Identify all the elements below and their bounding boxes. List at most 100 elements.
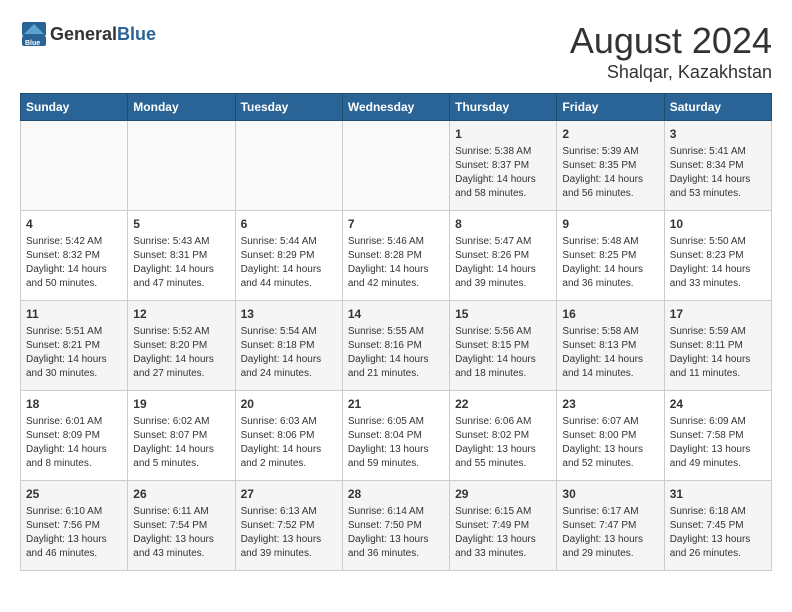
day-info: Sunrise: 5:39 AM Sunset: 8:35 PM Dayligh…	[562, 145, 658, 201]
col-tuesday: Tuesday	[235, 94, 342, 121]
day-number: 28	[348, 486, 444, 503]
table-row: 13 Sunrise: 5:54 AM Sunset: 8:18 PM Dayli…	[235, 301, 342, 391]
table-row: 4 Sunrise: 5:42 AM Sunset: 8:32 PM Daylig…	[21, 211, 128, 301]
day-number: 19	[133, 396, 229, 413]
table-row: 3 Sunrise: 5:41 AM Sunset: 8:34 PM Daylig…	[664, 121, 771, 211]
day-number: 24	[670, 396, 766, 413]
day-number: 22	[455, 396, 551, 413]
day-number: 21	[348, 396, 444, 413]
table-row: 7 Sunrise: 5:46 AM Sunset: 8:28 PM Daylig…	[342, 211, 449, 301]
table-row: 22 Sunrise: 6:06 AM Sunset: 8:02 PM Dayli…	[450, 391, 557, 481]
col-friday: Friday	[557, 94, 664, 121]
col-sunday: Sunday	[21, 94, 128, 121]
table-row: 8 Sunrise: 5:47 AM Sunset: 8:26 PM Daylig…	[450, 211, 557, 301]
day-info: Sunrise: 5:44 AM Sunset: 8:29 PM Dayligh…	[241, 235, 337, 291]
table-row: 27 Sunrise: 6:13 AM Sunset: 7:52 PM Dayli…	[235, 481, 342, 571]
title-block: August 2024 Shalqar, Kazakhstan	[570, 20, 772, 83]
table-row: 12 Sunrise: 5:52 AM Sunset: 8:20 PM Dayli…	[128, 301, 235, 391]
day-info: Sunrise: 6:13 AM Sunset: 7:52 PM Dayligh…	[241, 505, 337, 561]
day-info: Sunrise: 5:46 AM Sunset: 8:28 PM Dayligh…	[348, 235, 444, 291]
day-number: 11	[26, 306, 122, 323]
day-info: Sunrise: 6:17 AM Sunset: 7:47 PM Dayligh…	[562, 505, 658, 561]
day-number: 31	[670, 486, 766, 503]
table-row: 6 Sunrise: 5:44 AM Sunset: 8:29 PM Daylig…	[235, 211, 342, 301]
table-row	[235, 121, 342, 211]
location-subtitle: Shalqar, Kazakhstan	[570, 62, 772, 83]
table-row: 26 Sunrise: 6:11 AM Sunset: 7:54 PM Dayli…	[128, 481, 235, 571]
day-number: 23	[562, 396, 658, 413]
day-info: Sunrise: 6:05 AM Sunset: 8:04 PM Dayligh…	[348, 415, 444, 471]
page-header: Blue GeneralBlue August 2024 Shalqar, Ka…	[20, 20, 772, 83]
table-row: 20Sunrise: 6:03 AM Sunset: 8:06 PM Dayli…	[235, 391, 342, 481]
day-number: 14	[348, 306, 444, 323]
svg-text:Blue: Blue	[25, 40, 40, 47]
logo: Blue GeneralBlue	[20, 20, 156, 48]
day-info: Sunrise: 5:58 AM Sunset: 8:13 PM Dayligh…	[562, 325, 658, 381]
calendar-week-row: 4 Sunrise: 5:42 AM Sunset: 8:32 PM Daylig…	[21, 211, 772, 301]
table-row: 24 Sunrise: 6:09 AM Sunset: 7:58 PM Dayli…	[664, 391, 771, 481]
logo-text: GeneralBlue	[50, 24, 156, 45]
day-info: Sunrise: 5:38 AM Sunset: 8:37 PM Dayligh…	[455, 145, 551, 201]
day-number: 13	[241, 306, 337, 323]
table-row: 1 Sunrise: 5:38 AM Sunset: 8:37 PM Daylig…	[450, 121, 557, 211]
day-number: 26	[133, 486, 229, 503]
day-info: Sunrise: 6:15 AM Sunset: 7:49 PM Dayligh…	[455, 505, 551, 561]
day-info: Sunrise: 6:02 AM Sunset: 8:07 PM Dayligh…	[133, 415, 229, 471]
month-year-title: August 2024	[570, 20, 772, 62]
table-row: 30 Sunrise: 6:17 AM Sunset: 7:47 PM Dayli…	[557, 481, 664, 571]
col-wednesday: Wednesday	[342, 94, 449, 121]
table-row: 28 Sunrise: 6:14 AM Sunset: 7:50 PM Dayli…	[342, 481, 449, 571]
day-number: 29	[455, 486, 551, 503]
calendar-week-row: 25 Sunrise: 6:10 AM Sunset: 7:56 PM Dayli…	[21, 481, 772, 571]
day-info: Sunrise: 6:11 AM Sunset: 7:54 PM Dayligh…	[133, 505, 229, 561]
day-number: 27	[241, 486, 337, 503]
day-number: 12	[133, 306, 229, 323]
day-info: Sunrise: 6:06 AM Sunset: 8:02 PM Dayligh…	[455, 415, 551, 471]
day-info: Sunrise: 5:54 AM Sunset: 8:18 PM Dayligh…	[241, 325, 337, 381]
calendar-week-row: 1 Sunrise: 5:38 AM Sunset: 8:37 PM Daylig…	[21, 121, 772, 211]
day-info: Sunrise: 5:48 AM Sunset: 8:25 PM Dayligh…	[562, 235, 658, 291]
table-row: 18Sunrise: 6:01 AM Sunset: 8:09 PM Dayli…	[21, 391, 128, 481]
day-info: Sunrise: 6:09 AM Sunset: 7:58 PM Dayligh…	[670, 415, 766, 471]
day-info: Sunrise: 6:18 AM Sunset: 7:45 PM Dayligh…	[670, 505, 766, 561]
day-number: 1	[455, 126, 551, 143]
table-row: 15 Sunrise: 5:56 AM Sunset: 8:15 PM Dayli…	[450, 301, 557, 391]
table-row	[342, 121, 449, 211]
col-thursday: Thursday	[450, 94, 557, 121]
day-info: Sunrise: 5:51 AM Sunset: 8:21 PM Dayligh…	[26, 325, 122, 381]
day-number: 8	[455, 216, 551, 233]
day-number: 16	[562, 306, 658, 323]
day-info: Sunrise: 6:03 AM Sunset: 8:06 PM Dayligh…	[241, 415, 337, 471]
day-number: 10	[670, 216, 766, 233]
day-number: 5	[133, 216, 229, 233]
table-row: 23Sunrise: 6:07 AM Sunset: 8:00 PM Dayli…	[557, 391, 664, 481]
col-saturday: Saturday	[664, 94, 771, 121]
day-info: Sunrise: 5:59 AM Sunset: 8:11 PM Dayligh…	[670, 325, 766, 381]
day-info: Sunrise: 6:01 AM Sunset: 8:09 PM Dayligh…	[26, 415, 122, 471]
table-row: 31 Sunrise: 6:18 AM Sunset: 7:45 PM Dayli…	[664, 481, 771, 571]
day-info: Sunrise: 6:10 AM Sunset: 7:56 PM Dayligh…	[26, 505, 122, 561]
calendar-header-row: Sunday Monday Tuesday Wednesday Thursday…	[21, 94, 772, 121]
day-info: Sunrise: 5:55 AM Sunset: 8:16 PM Dayligh…	[348, 325, 444, 381]
day-info: Sunrise: 5:42 AM Sunset: 8:32 PM Dayligh…	[26, 235, 122, 291]
calendar-week-row: 11 Sunrise: 5:51 AM Sunset: 8:21 PM Dayli…	[21, 301, 772, 391]
calendar-week-row: 18Sunrise: 6:01 AM Sunset: 8:09 PM Dayli…	[21, 391, 772, 481]
day-number: 25	[26, 486, 122, 503]
day-number: 7	[348, 216, 444, 233]
day-info: Sunrise: 5:47 AM Sunset: 8:26 PM Dayligh…	[455, 235, 551, 291]
table-row	[128, 121, 235, 211]
day-number: 6	[241, 216, 337, 233]
table-row	[21, 121, 128, 211]
day-info: Sunrise: 5:52 AM Sunset: 8:20 PM Dayligh…	[133, 325, 229, 381]
day-number: 30	[562, 486, 658, 503]
day-number: 17	[670, 306, 766, 323]
day-info: Sunrise: 5:41 AM Sunset: 8:34 PM Dayligh…	[670, 145, 766, 201]
day-info: Sunrise: 5:56 AM Sunset: 8:15 PM Dayligh…	[455, 325, 551, 381]
day-number: 4	[26, 216, 122, 233]
table-row: 19 Sunrise: 6:02 AM Sunset: 8:07 PM Dayli…	[128, 391, 235, 481]
day-number: 3	[670, 126, 766, 143]
day-info: Sunrise: 6:14 AM Sunset: 7:50 PM Dayligh…	[348, 505, 444, 561]
day-number: 15	[455, 306, 551, 323]
table-row: 9Sunrise: 5:48 AM Sunset: 8:25 PM Daylig…	[557, 211, 664, 301]
day-info: Sunrise: 5:50 AM Sunset: 8:23 PM Dayligh…	[670, 235, 766, 291]
